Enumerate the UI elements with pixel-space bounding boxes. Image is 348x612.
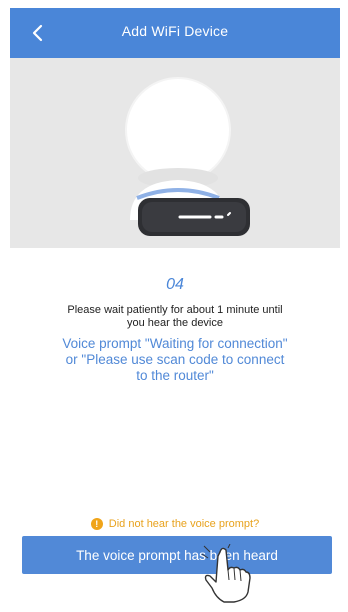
voice-prompt-heard-button[interactable]: The voice prompt has been heard (22, 536, 332, 574)
voice-prompt-text: Voice prompt "Waiting for connection" or… (62, 336, 288, 383)
top-bar: Add WiFi Device (10, 8, 340, 58)
hero-banner (10, 58, 340, 248)
page-title: Add WiFi Device (121, 23, 229, 39)
instruction-text: Please wait patiently for about 1 minute… (67, 304, 283, 329)
app-screen: Add WiFi Device 04 Please wait patiently… (10, 8, 340, 608)
no-voice-prompt-label: Did not hear the voice prompt? (108, 518, 260, 530)
alert-icon: ! (90, 518, 103, 530)
no-voice-prompt-link[interactable]: ! Did not hear the voice prompt? (10, 518, 340, 530)
step-number: 04 (166, 276, 184, 293)
camera-device-illustration (125, 77, 250, 236)
tap-hand-icon (201, 544, 251, 603)
